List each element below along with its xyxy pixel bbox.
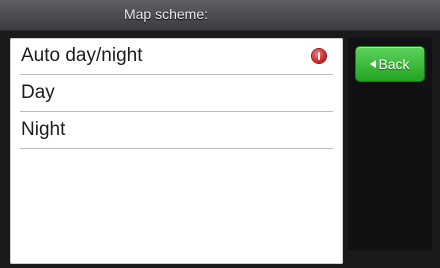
list-item-label: Auto day/night (21, 45, 143, 66)
back-button-label: Back (378, 56, 410, 72)
divider (20, 148, 333, 149)
list-item-label: Day (21, 82, 55, 103)
scheme-list: Auto day/night Day Night (10, 38, 343, 264)
left-arrow-icon (370, 60, 377, 68)
page-title: Map scheme: (123, 6, 209, 22)
list-item-day[interactable]: Day (10, 75, 343, 112)
list-item-label: Night (21, 119, 66, 140)
back-button[interactable]: Back (356, 47, 424, 81)
list-item-auto-day-night[interactable]: Auto day/night (10, 38, 343, 75)
list-item-night[interactable]: Night (10, 112, 343, 149)
title-bar: Map scheme: (0, 0, 440, 31)
map-scheme-screen: Map scheme: Auto day/night Day Night Bac… (0, 0, 440, 268)
selected-indicator-icon (312, 49, 326, 63)
